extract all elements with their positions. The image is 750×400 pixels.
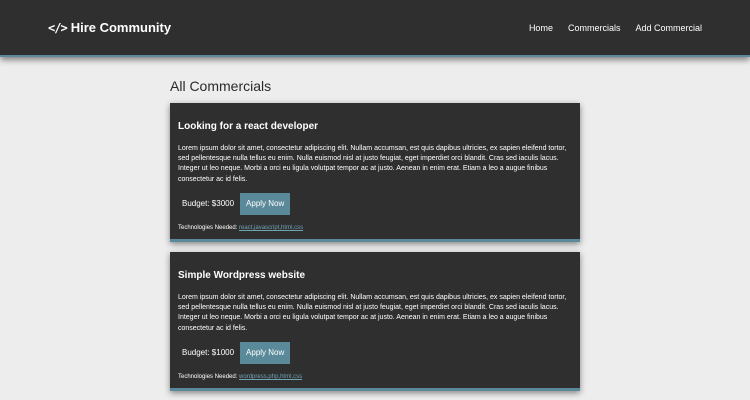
- card-title: Simple Wordpress website: [178, 270, 306, 281]
- technologies-link[interactable]: wordpress,php,html,css: [239, 374, 302, 380]
- apply-now-button[interactable]: Apply Now: [240, 192, 291, 215]
- budget-text: Budget: $1000: [182, 348, 235, 358]
- brand-link[interactable]: </> Hire Community: [48, 20, 171, 35]
- card-actions: Budget: $3000 Apply Now: [178, 192, 572, 215]
- technologies-needed: Technologies Needed: react,javascript,ht…: [178, 225, 572, 231]
- budget-text: Budget: $3000: [182, 199, 235, 209]
- nav-link-add-commercial[interactable]: Add Commercial: [635, 23, 702, 33]
- brand-name: Hire Community: [70, 20, 172, 35]
- nav-links: Home Commercials Add Commercial: [514, 23, 702, 33]
- code-icon: </>: [48, 20, 68, 35]
- technologies-link[interactable]: react,javascript,html,css: [239, 225, 303, 231]
- card-description: Lorem ipsum dolor sit amet, consectetur …: [178, 145, 567, 183]
- card-actions: Budget: $1000 Apply Now: [178, 341, 572, 364]
- navbar: </> Hire Community Home Commercials Add …: [0, 0, 750, 57]
- commercial-card: Looking for a react developer Lorem ipsu…: [170, 103, 580, 242]
- technologies-label: Technologies Needed:: [178, 224, 240, 231]
- technologies-label: Technologies Needed:: [178, 373, 240, 380]
- technologies-needed: Technologies Needed: wordpress,php,html,…: [178, 374, 572, 380]
- card-description: Lorem ipsum dolor sit amet, consectetur …: [178, 294, 567, 332]
- apply-now-button[interactable]: Apply Now: [240, 341, 291, 364]
- nav-link-home[interactable]: Home: [529, 23, 553, 33]
- nav-link-commercials[interactable]: Commercials: [568, 23, 621, 33]
- page-title: All Commercials: [170, 78, 272, 94]
- card-title: Looking for a react developer: [178, 121, 319, 132]
- commercial-card: Simple Wordpress website Lorem ipsum dol…: [170, 252, 580, 391]
